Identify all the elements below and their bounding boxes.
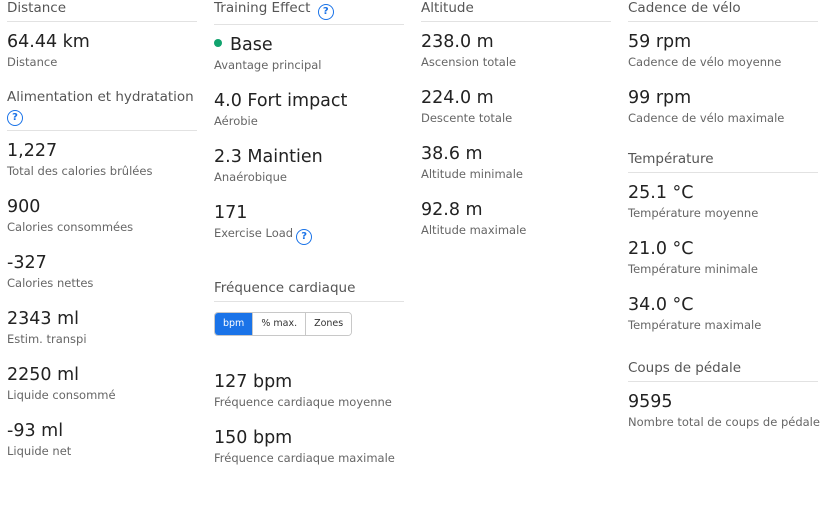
stat-label: Altitude maximale (421, 223, 527, 237)
stat-label: Température moyenne (628, 206, 759, 220)
toggle-bpm[interactable]: bpm (215, 313, 253, 335)
stat-sweat-estimate: 2343 ml Estim. transpi (7, 308, 197, 364)
help-icon[interactable]: ? (296, 229, 313, 245)
stat-label: Cadence de vélo moyenne (628, 55, 782, 69)
column-4: Cadence de vélo 59 rpm Cadence de vélo m… (628, 0, 820, 447)
stat-label: Avantage principal (214, 58, 322, 72)
heart-rate-unit-toggle: bpm % max. Zones (214, 312, 353, 336)
section-header-pedal-strokes: Coups de pédale (628, 360, 818, 382)
stat-anaerobic: 2.3 Maintien Anaérobique (214, 146, 404, 202)
stat-value: 238.0 m (421, 32, 494, 52)
stat-max-altitude: 92.8 m Altitude maximale (421, 199, 611, 255)
stat-label: Total des calories brûlées (7, 164, 153, 178)
stat-value: 150 bpm (214, 428, 293, 448)
stat-avg-temperature: 25.1 °C Température moyenne (628, 182, 818, 238)
stat-value: 900 (7, 197, 41, 217)
stat-value: Base (214, 34, 404, 56)
section-header-nutrition: Alimentation et hydratation ? (7, 89, 197, 131)
stat-aerobic: 4.0 Fort impact Aérobie (214, 90, 404, 146)
stat-value: 59 rpm (628, 32, 692, 52)
stat-value: 34.0 °C (628, 295, 694, 315)
stat-value: 25.1 °C (628, 183, 694, 203)
stat-label: Altitude minimale (421, 167, 523, 181)
help-icon[interactable]: ? (317, 4, 334, 20)
stat-label: Aérobie (214, 114, 258, 128)
column-2: Training Effect ? Base Avantage principa… (214, 0, 404, 483)
section-header-temperature: Température (628, 151, 818, 173)
stat-exercise-load: 171 Exercise Load? (214, 202, 404, 258)
section-title: Température (628, 151, 714, 167)
stat-label: Fréquence cardiaque maximale (214, 451, 395, 465)
stat-label: Estim. transpi (7, 332, 87, 346)
stat-label: Calories nettes (7, 276, 94, 290)
stat-value: -327 (7, 253, 47, 273)
status-dot-icon (214, 39, 222, 47)
stat-label: Cadence de vélo maximale (628, 111, 785, 125)
section-title: Cadence de vélo (628, 0, 741, 16)
stat-label: Température maximale (628, 318, 762, 332)
section-header-altitude: Altitude (421, 0, 611, 22)
stat-value: 38.6 m (421, 144, 483, 164)
section-header-training-effect: Training Effect ? (214, 0, 404, 25)
stat-calories-consumed: 900 Calories consommées (7, 196, 197, 252)
section-title: Training Effect (214, 0, 311, 16)
stat-max-temperature: 34.0 °C Température maximale (628, 294, 818, 350)
stat-value: 127 bpm (214, 372, 293, 392)
stat-total-calories: 1,227 Total des calories brûlées (7, 140, 197, 196)
stat-label: Descente totale (421, 111, 513, 125)
column-3: Altitude 238.0 m Ascension totale 224.0 … (421, 0, 611, 255)
stat-value: 92.8 m (421, 200, 483, 220)
stat-label: Calories consommées (7, 220, 134, 234)
stat-value-text: Base (230, 35, 273, 55)
stat-value: 2343 ml (7, 309, 80, 329)
section-header-distance: Distance (7, 0, 197, 22)
section-header-heart-rate: Fréquence cardiaque (214, 280, 404, 302)
stat-total-descent: 224.0 m Descente totale (421, 87, 611, 143)
stat-min-altitude: 38.6 m Altitude minimale (421, 143, 611, 199)
section-title: Coups de pédale (628, 360, 742, 376)
stat-total-ascent: 238.0 m Ascension totale (421, 31, 611, 87)
stat-label: Liquide consommé (7, 388, 116, 402)
stat-avg-cadence: 59 rpm Cadence de vélo moyenne (628, 31, 818, 87)
stat-label: Fréquence cardiaque moyenne (214, 395, 392, 409)
stat-value: 2.3 Maintien (214, 147, 323, 167)
stat-net-calories: -327 Calories nettes (7, 252, 197, 308)
column-1: Distance 64.44 km Distance Alimentation … (7, 0, 197, 476)
stat-value: 21.0 °C (628, 239, 694, 259)
stat-net-fluid: -93 ml Liquide net (7, 420, 197, 476)
stat-avg-heart-rate: 127 bpm Fréquence cardiaque moyenne (214, 371, 404, 427)
stat-value: 2250 ml (7, 365, 80, 385)
toggle-percent-max[interactable]: % max. (252, 313, 306, 335)
stat-value: 64.44 km (7, 32, 90, 52)
stat-min-temperature: 21.0 °C Température minimale (628, 238, 818, 294)
stat-value: 4.0 Fort impact (214, 91, 348, 111)
stat-label: Exercise Load? (214, 226, 404, 245)
toggle-zones[interactable]: Zones (305, 313, 352, 335)
section-title: Altitude (421, 0, 474, 16)
section-title: Fréquence cardiaque (214, 280, 356, 296)
stat-label-text: Exercise Load (214, 226, 294, 240)
stat-label: Nombre total de coups de pédale (628, 415, 820, 429)
stat-fluid-consumed: 2250 ml Liquide consommé (7, 364, 197, 420)
stat-value: 99 rpm (628, 88, 692, 108)
stat-label: Ascension totale (421, 55, 517, 69)
stat-label: Température minimale (628, 262, 758, 276)
stat-max-cadence: 99 rpm Cadence de vélo maximale (628, 87, 818, 143)
help-icon[interactable]: ? (7, 110, 23, 126)
stat-label: Liquide net (7, 444, 72, 458)
stat-value: 224.0 m (421, 88, 494, 108)
stat-distance: 64.44 km Distance (7, 31, 197, 87)
section-title: Distance (7, 0, 67, 16)
stat-max-heart-rate: 150 bpm Fréquence cardiaque maximale (214, 427, 404, 483)
stat-value: 9595 (628, 392, 673, 412)
stat-value: -93 ml (7, 421, 64, 441)
stat-primary-benefit: Base Avantage principal (214, 34, 404, 90)
stat-value: 1,227 (7, 141, 58, 161)
stat-total-strokes: 9595 Nombre total de coups de pédale (628, 391, 820, 447)
section-title: Alimentation et hydratation (7, 89, 194, 105)
stat-value: 171 (214, 203, 248, 223)
stat-label: Distance (7, 55, 58, 69)
stat-label: Anaérobique (214, 170, 287, 184)
section-header-cadence: Cadence de vélo (628, 0, 818, 22)
